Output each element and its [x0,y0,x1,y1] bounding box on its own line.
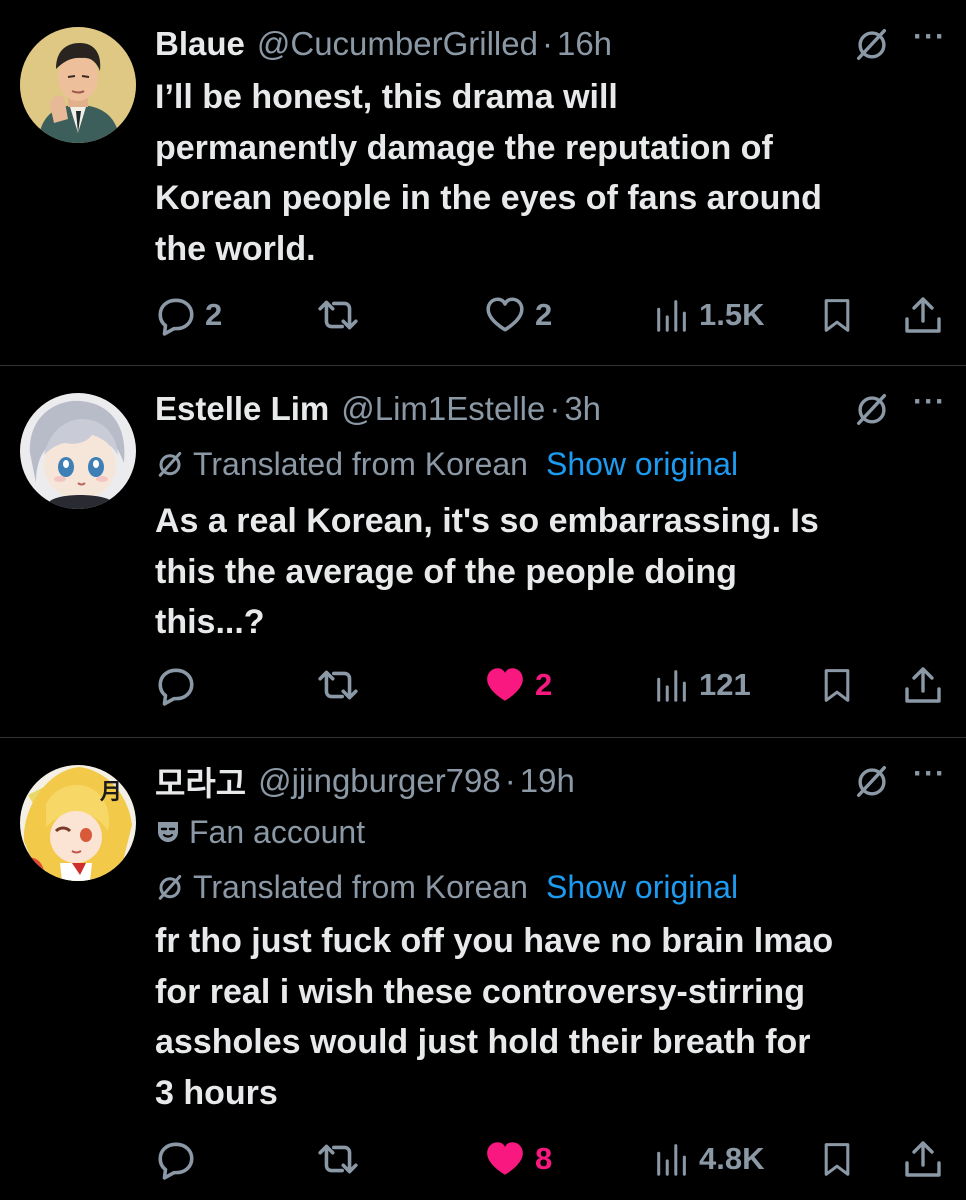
tweet-header: Blaue @CucumberGrilled · 16h ··· [155,21,946,67]
tweet-header: Estelle Lim @Lim1Estelle · 3h ··· [155,386,946,432]
tweet-header: 모라고 @jjingburger798 · 19h ··· [155,758,946,804]
bookmark-icon [819,1139,855,1179]
like-button[interactable]: 8 [483,1134,552,1184]
view-count: 4.8K [699,1141,765,1176]
fan-mask-icon [158,822,178,842]
display-name[interactable]: Estelle Lim [155,390,329,428]
view-count: 1.5K [699,297,765,332]
repost-button[interactable] [317,660,367,710]
tweet-text: fr tho just fuck off you have no brain l… [155,922,834,1112]
like-button[interactable]: 2 [483,660,552,710]
translation-notice: Translated from Korean Show original [155,442,738,486]
avatar-image [20,393,136,509]
share-button[interactable] [903,1134,943,1184]
translated-label: Translated from Korean [193,868,528,905]
tweet-text: As a real Korean, it's so embarrassing. … [155,502,819,641]
avatar-image [20,27,136,143]
like-button[interactable]: 2 [483,290,552,340]
separator-dot: · [504,762,516,799]
views-button[interactable]: 4.8K [653,1134,764,1184]
share-button[interactable] [903,660,943,710]
repost-icon [317,664,359,706]
avatar-image: 月 [20,765,136,881]
separator-dot: · [549,390,561,427]
grok-icon[interactable] [853,390,891,428]
timestamp[interactable]: 19h [520,762,575,800]
tweet[interactable]: Blaue @CucumberGrilled · 16h ··· I’ll be… [0,0,966,365]
action-bar: 2 121 [155,660,945,710]
show-original-link[interactable]: Show original [546,869,738,906]
action-bar: 2 2 1.5K [155,290,945,340]
user-handle[interactable]: @CucumberGrilled [257,25,538,63]
share-icon [903,295,943,335]
views-button[interactable]: 1.5K [653,290,764,340]
reply-button[interactable]: 2 [155,290,222,340]
grok-icon[interactable] [853,762,891,800]
repost-icon [317,1138,359,1180]
like-icon [483,1138,527,1180]
avatar[interactable]: 月 [20,765,136,881]
more-icon[interactable]: ··· [913,387,946,417]
bookmark-button[interactable] [819,290,855,340]
share-button[interactable] [903,290,943,340]
translation-notice: Translated from Korean Show original [155,865,738,909]
display-name[interactable]: 모라고 [155,757,246,805]
like-count: 8 [535,1141,553,1176]
repost-button[interactable] [317,290,367,340]
action-bar: 8 4.8K [155,1134,945,1184]
reply-button[interactable] [155,1134,205,1184]
like-count: 2 [535,667,553,702]
timestamp[interactable]: 16h [557,25,612,63]
fan-account-text: Fan account [189,813,366,850]
reply-icon [155,664,197,706]
like-count: 2 [535,297,553,332]
reply-icon [155,294,197,336]
more-icon[interactable]: ··· [913,22,946,52]
views-icon [653,665,691,705]
translate-icon [155,449,185,479]
repost-button[interactable] [317,1134,367,1184]
view-count: 121 [699,667,751,702]
views-button[interactable]: 121 [653,660,751,710]
views-icon [653,1139,691,1179]
translated-label: Translated from Korean [193,445,528,482]
reply-button[interactable] [155,660,205,710]
share-icon [903,1139,943,1179]
reply-icon [155,1138,197,1180]
avatar[interactable] [20,393,136,509]
display-name[interactable]: Blaue [155,25,245,63]
fan-account-label: Fan account [155,810,365,854]
show-original-link[interactable]: Show original [546,446,738,483]
bookmark-button[interactable] [819,660,855,710]
more-icon[interactable]: ··· [913,759,946,789]
bookmark-icon [819,665,855,705]
bookmark-button[interactable] [819,1134,855,1184]
separator-dot: · [541,25,553,62]
views-icon [653,295,691,335]
avatar[interactable] [20,27,136,143]
reply-count: 2 [205,297,223,332]
user-handle[interactable]: @Lim1Estelle [341,390,545,428]
grok-icon[interactable] [853,25,891,63]
tweet-text: I’ll be honest, this drama will permanen… [155,78,822,268]
share-icon [903,665,943,705]
translate-icon [155,872,185,902]
repost-icon [317,294,359,336]
timestamp[interactable]: 3h [564,390,601,428]
like-icon [483,294,527,336]
like-icon [483,664,527,706]
bookmark-icon [819,295,855,335]
user-handle[interactable]: @jjingburger798 [258,762,501,800]
svg-text:月: 月 [99,780,122,805]
